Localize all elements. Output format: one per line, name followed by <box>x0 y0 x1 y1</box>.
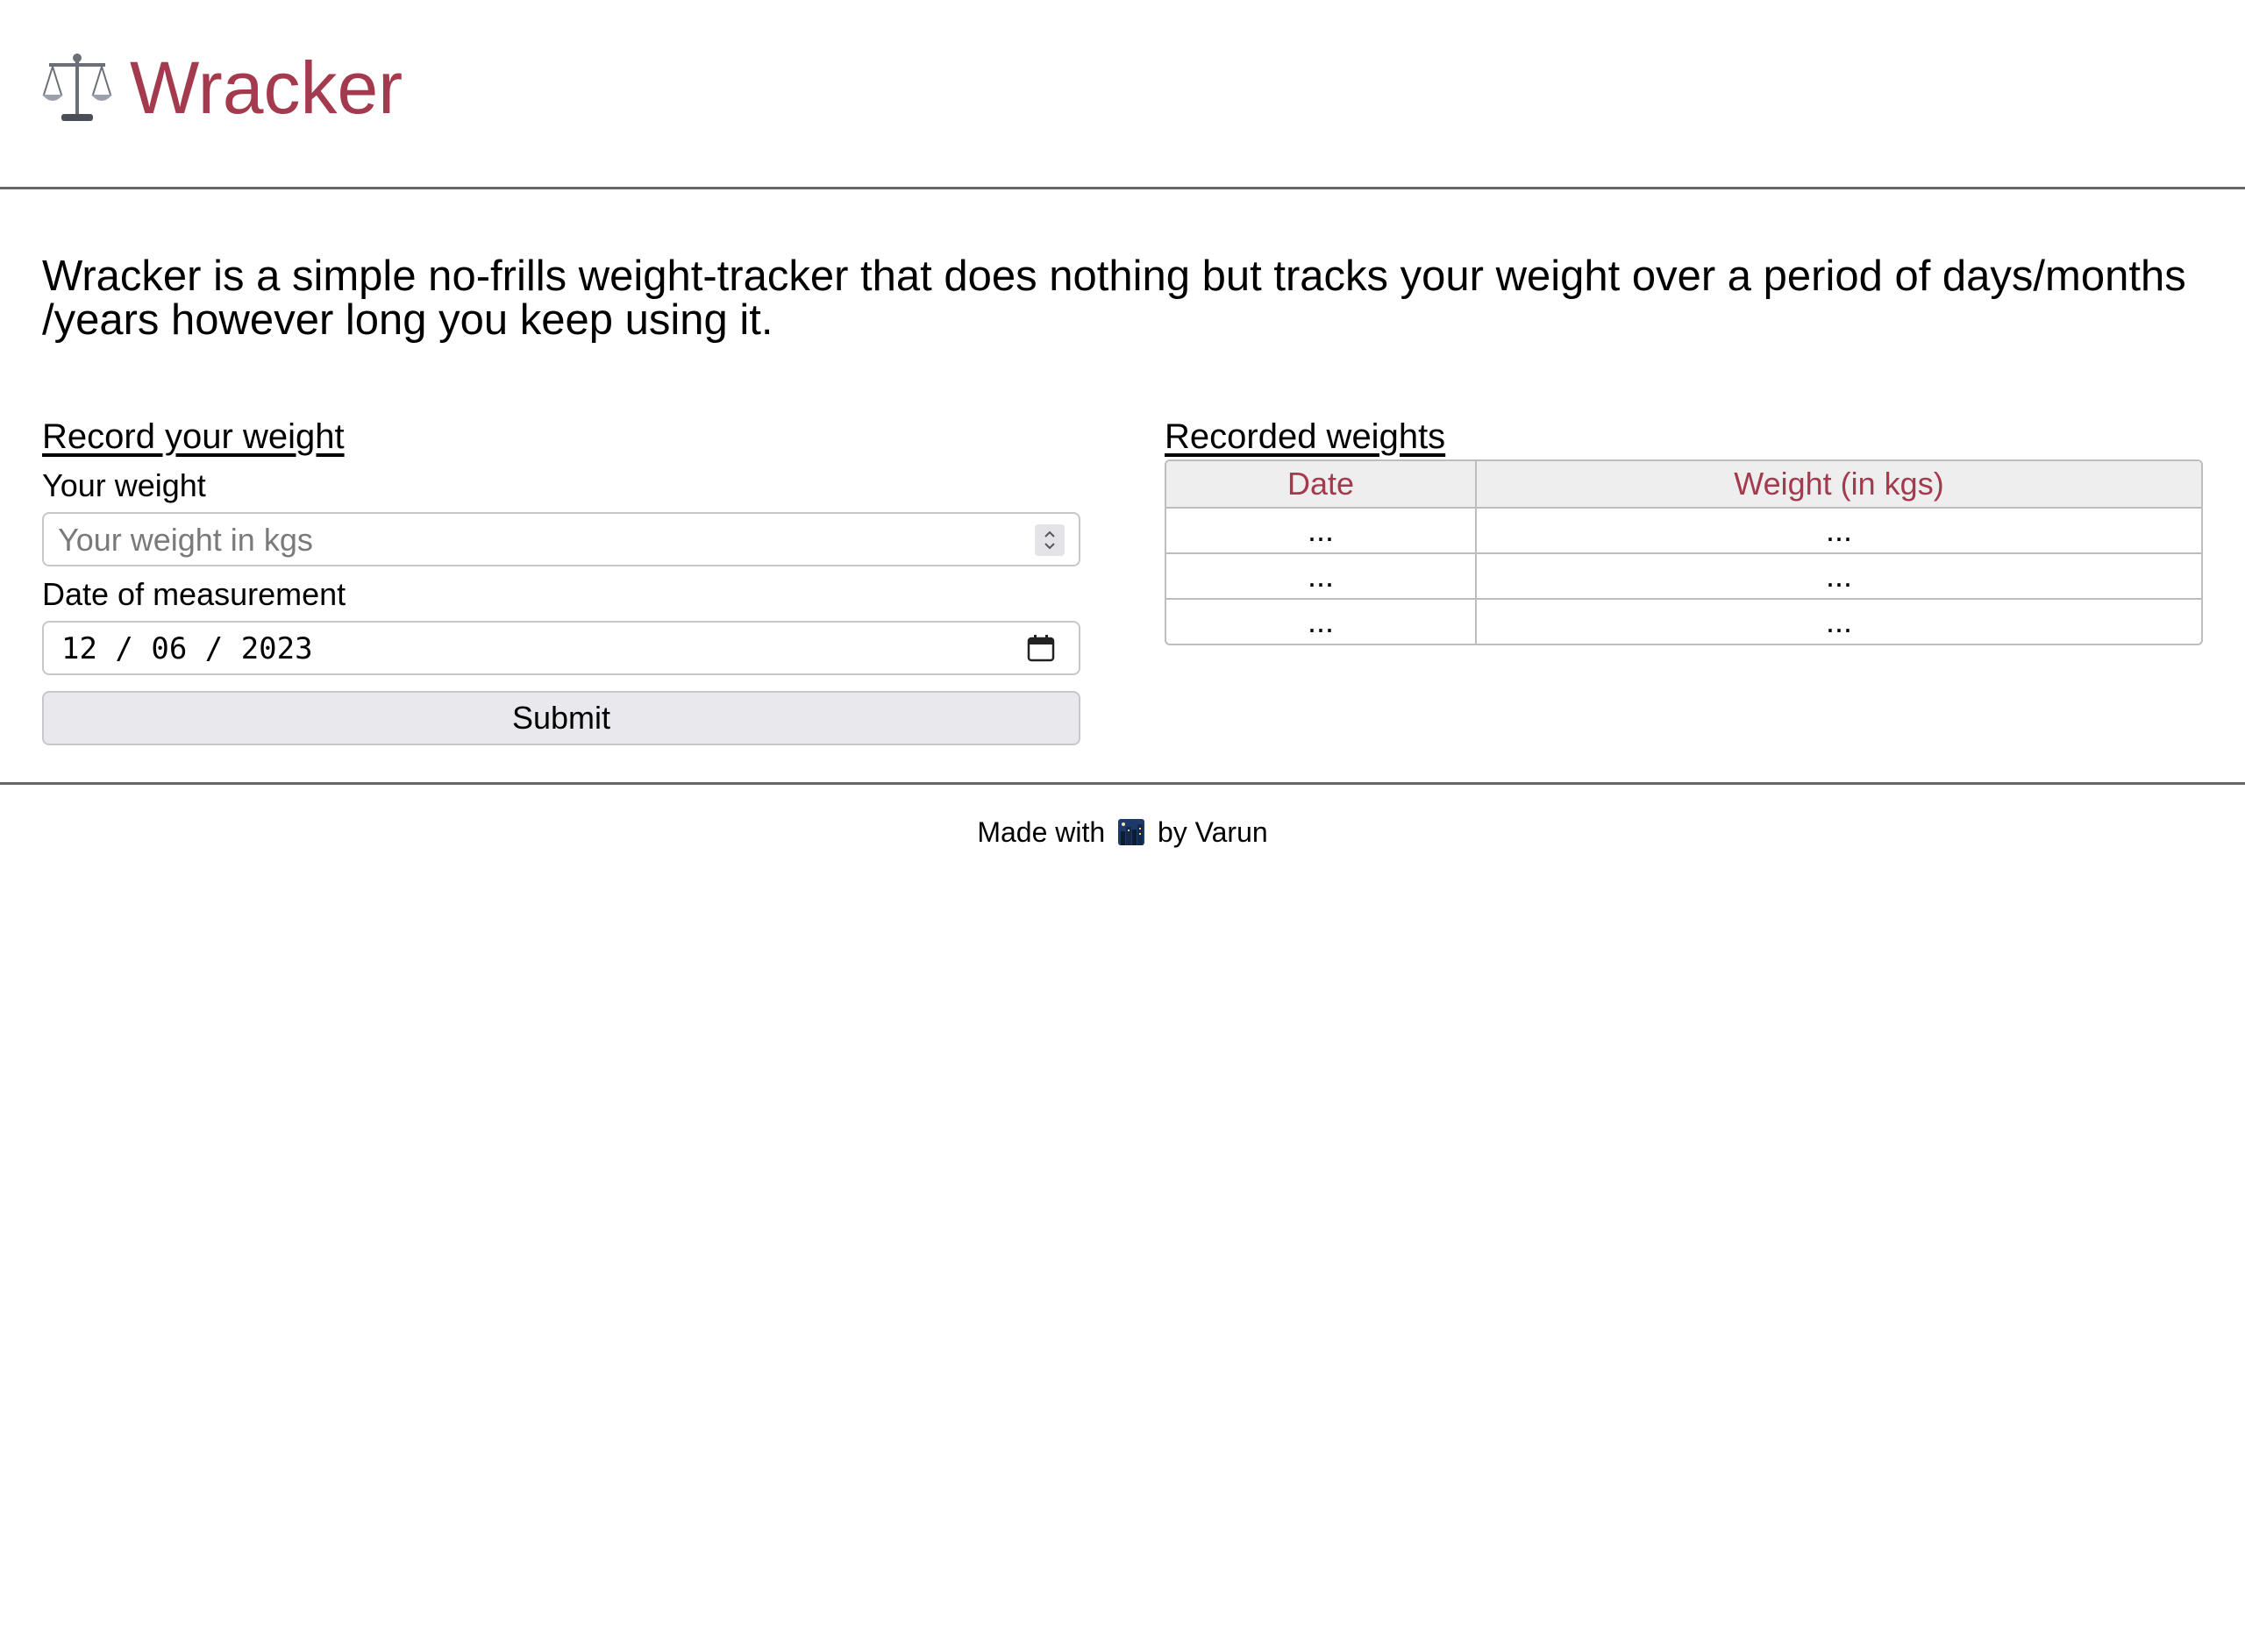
table-row: ... ... <box>1166 507 2201 552</box>
calendar-icon[interactable] <box>1026 633 1056 663</box>
night-city-emoji-icon <box>1118 819 1145 845</box>
weight-input[interactable]: Your weight in kgs <box>42 512 1080 566</box>
column-header-weight: Weight (in kgs) <box>1734 466 1944 502</box>
table-header-row: Date Weight (in kgs) <box>1166 461 2201 507</box>
column-header-date: Date <box>1166 461 1477 507</box>
balance-scale-icon <box>42 53 112 121</box>
page-header: Wracker <box>0 0 2245 189</box>
weight-cell: ... <box>1825 603 1852 639</box>
weight-placeholder: Your weight in kgs <box>58 522 313 558</box>
table-row: ... ... <box>1166 552 2201 598</box>
footer-suffix: by Varun <box>1157 816 1268 848</box>
weight-cell: ... <box>1825 512 1852 548</box>
submit-button[interactable]: Submit <box>42 691 1080 745</box>
date-input[interactable]: 12 / 06 / 2023 <box>42 621 1080 675</box>
date-value: 12 / 06 / 2023 <box>61 631 313 666</box>
date-cell: ... <box>1166 600 1477 644</box>
record-weight-form: Record your weight Your weight Your weig… <box>42 416 1080 745</box>
date-cell: ... <box>1166 509 1477 552</box>
app-logo: Wracker <box>42 46 403 130</box>
number-stepper-icon[interactable] <box>1035 524 1065 556</box>
page-footer: Made with by Varun <box>0 782 2245 850</box>
date-cell: ... <box>1166 554 1477 598</box>
table-row: ... ... <box>1166 598 2201 644</box>
recorded-weights-table: Date Weight (in kgs) ... ... ... ... ...… <box>1165 459 2203 645</box>
weight-cell: ... <box>1825 558 1852 594</box>
app-title: Wracker <box>130 46 403 129</box>
record-section-title: Record your weight <box>42 417 345 456</box>
footer-prefix: Made with <box>977 816 1106 848</box>
date-label: Date of measurement <box>42 576 346 612</box>
footer-credit: Made with by Varun <box>0 815 2245 850</box>
weight-label: Your weight <box>42 467 206 503</box>
recorded-section-title: Recorded weights <box>1165 417 1446 456</box>
recorded-weights-panel: Recorded weights Date Weight (in kgs) ..… <box>1165 416 2203 645</box>
intro-text: Wracker is a simple no-frills weight-tra… <box>42 253 2186 344</box>
